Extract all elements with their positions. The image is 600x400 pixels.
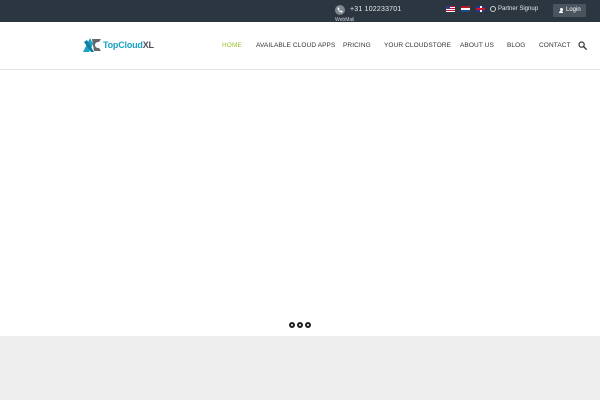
top-bar: +31 102233701 WebMail Partner Signup Log… <box>0 0 600 23</box>
nav-your-cloudstore[interactable]: YOUR CLOUDSTORE <box>384 42 451 49</box>
search-icon[interactable] <box>578 41 587 50</box>
nav-available-cloud-apps[interactable]: AVAILABLE CLOUD APPS <box>256 42 335 49</box>
nav-about-us[interactable]: ABOUT US <box>460 42 494 49</box>
logo-text-part2: XL <box>142 40 154 50</box>
nav-contact[interactable]: CONTACT <box>539 42 571 49</box>
uk-flag-icon[interactable] <box>476 6 485 12</box>
logo-text-part1: TopCloud <box>103 40 143 50</box>
slider-dot-2[interactable] <box>297 322 303 328</box>
topcloudxl-logo-icon[interactable] <box>81 36 103 54</box>
nav-blog[interactable]: BLOG <box>507 42 525 49</box>
globe-icon <box>490 6 496 12</box>
slider-dot-1[interactable] <box>289 322 295 328</box>
phone-number[interactable]: +31 102233701 <box>350 6 401 13</box>
main-header: TopCloudXL HOME AVAILABLE CLOUD APPS PRI… <box>0 22 600 70</box>
us-flag-icon[interactable] <box>446 6 455 12</box>
nl-flag-icon[interactable] <box>461 6 470 12</box>
slider-dot-3[interactable] <box>305 322 311 328</box>
login-label: Login <box>566 7 581 13</box>
phone-icon <box>335 5 345 15</box>
nav-home[interactable]: HOME <box>222 42 242 49</box>
hero-slider <box>0 70 600 336</box>
nav-pricing[interactable]: PRICING <box>343 42 371 49</box>
user-icon <box>559 8 563 13</box>
logo-text[interactable]: TopCloudXL <box>103 40 154 50</box>
content-section <box>0 336 600 400</box>
partner-signup-link[interactable]: Partner Signup <box>498 6 538 12</box>
login-button[interactable]: Login <box>553 4 586 17</box>
